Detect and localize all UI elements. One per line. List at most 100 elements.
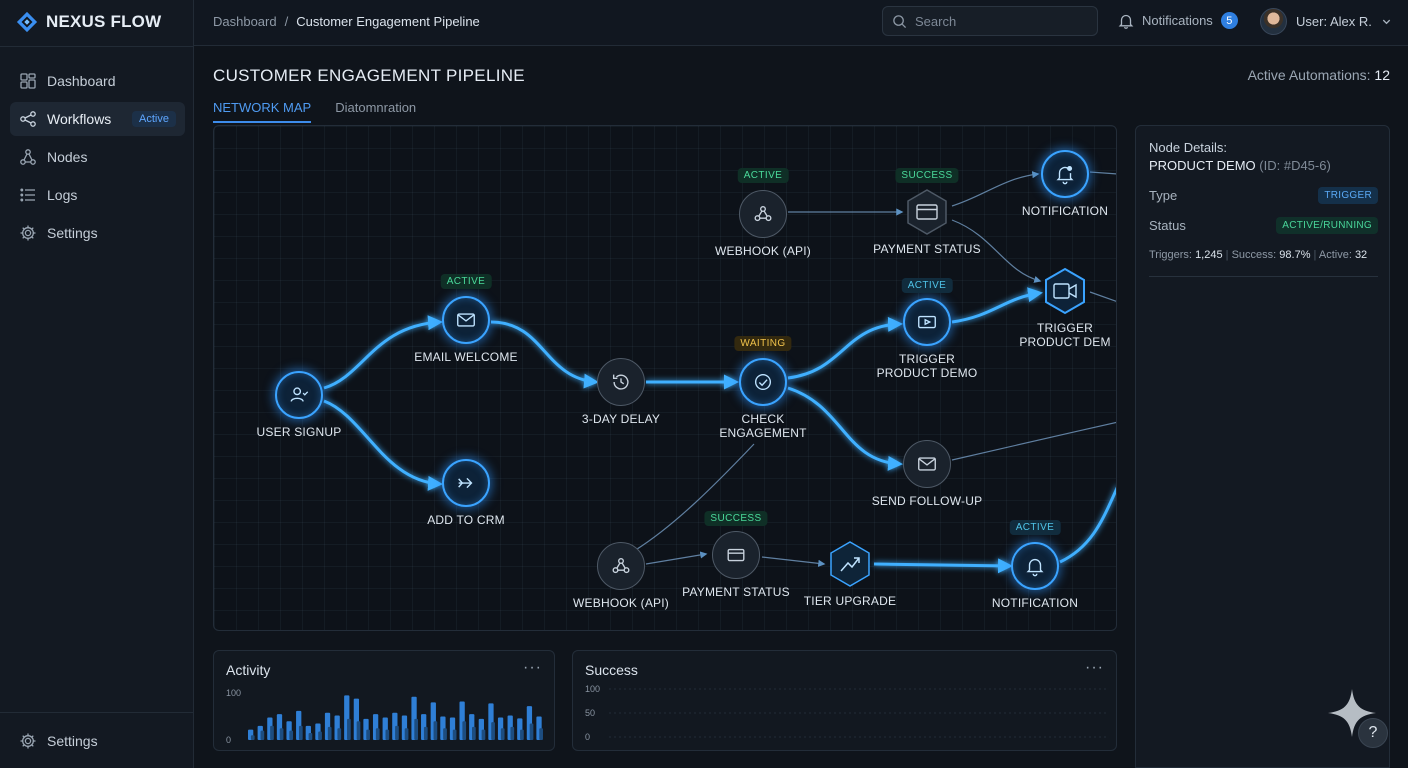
node-icon-wrap: [597, 358, 645, 406]
tab-bar: NETWORK MAP Diatomnration: [213, 100, 416, 123]
node-notification-bottom[interactable]: ACTIVE NOTIFICATION: [945, 520, 1116, 610]
node-icon-wrap: [597, 542, 645, 590]
type-tag: TRIGGER: [1318, 187, 1378, 204]
node-email-welcome[interactable]: ACTIVE EMAIL WELCOME: [376, 274, 556, 364]
success-value: 98.7%: [1279, 249, 1311, 261]
active-automations-label: Active Automations:: [1247, 67, 1371, 83]
activity-bar-secondary: [481, 729, 486, 740]
active-value: 32: [1354, 249, 1368, 261]
type-label: Type: [1149, 188, 1178, 203]
node-label: CHECK ENGAGEMENT: [673, 412, 853, 440]
activity-bar-secondary: [366, 729, 370, 740]
activity-bar-secondary: [270, 725, 274, 740]
search-box[interactable]: [882, 6, 1098, 36]
sidebar-item-settings[interactable]: Settings: [10, 216, 185, 250]
panel-title: Node Details:: [1149, 140, 1228, 155]
activity-bar-secondary: [529, 723, 534, 740]
node-webhook-top[interactable]: ACTIVE WEBHOOK (API): [673, 168, 853, 258]
node-label-line2: PRODUCT DEM: [1019, 335, 1111, 349]
list-icon: [20, 188, 35, 202]
y-tick-label: 50: [585, 708, 595, 718]
card-icon: [727, 548, 745, 562]
card-icon: [907, 189, 947, 235]
video-icon: [918, 315, 936, 329]
status-badge: ACTIVE: [737, 168, 789, 183]
breadcrumb-dashboard[interactable]: Dashboard: [213, 14, 277, 29]
activity-bar-secondary: [279, 728, 284, 740]
node-icon-wrap: [442, 296, 490, 344]
sidebar-item-workflows[interactable]: Workflows Active: [10, 102, 185, 136]
sidebar-item-nodes[interactable]: Nodes: [10, 140, 185, 174]
y-tick-label: 100: [585, 684, 600, 694]
sidebar-item-label: Settings: [47, 225, 98, 241]
node-send-followup[interactable]: SEND FOLLOW-UP: [837, 440, 1017, 508]
tab-secondary[interactable]: Diatomnration: [335, 100, 416, 123]
bell-icon: [1056, 165, 1074, 185]
node-label-line2: PRODUCT DEMO: [876, 366, 978, 380]
breadcrumb: Dashboard / Customer Engagement Pipeline: [213, 14, 480, 29]
node-tier-upgrade[interactable]: TIER UPGRADE: [760, 540, 940, 608]
user-menu[interactable]: User: Alex R.: [1260, 8, 1392, 35]
node-icon-wrap: [903, 298, 951, 346]
activity-bar-secondary: [327, 726, 332, 740]
activity-bar-secondary: [472, 726, 476, 740]
activity-bar-secondary: [539, 728, 543, 740]
activity-bar-secondary: [414, 718, 419, 740]
more-menu-button[interactable]: ···: [523, 659, 542, 677]
y-tick-label: 100: [226, 688, 241, 698]
search-input[interactable]: [915, 13, 1085, 29]
node-user-signup[interactable]: USER SIGNUP: [214, 371, 389, 439]
webhook-icon: [612, 557, 630, 574]
node-id: (ID: #D45-6): [1259, 158, 1331, 173]
page-title: CUSTOMER ENGAGEMENT PIPELINE: [213, 66, 525, 85]
topbar: Dashboard / Customer Engagement Pipeline…: [194, 0, 1408, 46]
activity-bar-secondary: [385, 729, 390, 740]
node-notification-top[interactable]: NOTIFICATION: [975, 150, 1116, 218]
node-label-line1: TRIGGER: [898, 352, 956, 366]
sidebar: NEXUS FLOW Dashboard Workflows Active No…: [0, 0, 194, 768]
node-label: WEBHOOK (API): [715, 244, 811, 258]
bell-icon: [1026, 558, 1044, 577]
status-label: Status: [1149, 218, 1186, 233]
node-label-line1: CHECK: [741, 412, 785, 426]
node-icon-wrap: [903, 188, 951, 236]
mail-icon: [457, 313, 475, 327]
sidebar-settings-bottom[interactable]: Settings: [10, 724, 185, 758]
more-menu-button[interactable]: ···: [1085, 659, 1104, 677]
node-add-to-crm[interactable]: ADD TO CRM: [376, 459, 556, 527]
chevron-down-icon: [1382, 19, 1391, 25]
brand[interactable]: NEXUS FLOW: [16, 10, 161, 34]
video-icon: [1045, 267, 1085, 315]
node-label: ADD TO CRM: [427, 513, 505, 527]
node-icon-wrap: [1011, 542, 1059, 590]
node-icon-wrap: [739, 190, 787, 238]
sidebar-item-label: Settings: [47, 733, 98, 749]
sidebar-item-logs[interactable]: Logs: [10, 178, 185, 212]
activity-bar-secondary: [356, 721, 361, 740]
node-check-engagement[interactable]: WAITING CHECK ENGAGEMENT: [673, 336, 853, 440]
node-label: TIER UPGRADE: [803, 594, 897, 608]
activity-bar-secondary: [250, 735, 255, 740]
node-stats: Triggers: 1,245 | Success: 98.7% | Activ…: [1149, 249, 1368, 261]
node-name: PRODUCT DEMO: [1149, 158, 1256, 173]
node-label: NOTIFICATION: [1021, 204, 1109, 218]
y-tick-label: 0: [585, 732, 590, 742]
user-name: User: Alex R.: [1296, 14, 1372, 29]
status-badge: ACTIVE: [440, 274, 492, 289]
card-title: Activity: [226, 662, 271, 678]
node-icon-wrap: [903, 440, 951, 488]
help-button[interactable]: ?: [1358, 718, 1388, 748]
node-details-panel: Node Details: PRODUCT DEMO (ID: #D45-6) …: [1135, 125, 1390, 768]
notifications-button[interactable]: Notifications 5: [1118, 12, 1238, 29]
dashboard-icon: [20, 73, 36, 89]
activity-bar-secondary: [260, 730, 265, 740]
activity-bar-secondary: [289, 730, 294, 740]
status-badge: WAITING: [734, 336, 792, 351]
sidebar-item-dashboard[interactable]: Dashboard: [10, 64, 185, 98]
nexus-logo-icon: [16, 11, 38, 33]
activity-bar-secondary: [491, 722, 495, 740]
activity-card: 100 0 Activity ···: [213, 650, 555, 751]
network-map[interactable]: USER SIGNUP ACTIVE EMAIL WELCOME ADD TO …: [213, 125, 1117, 631]
tab-network-map[interactable]: NETWORK MAP: [213, 100, 312, 123]
node-trigger-demo-right[interactable]: TRIGGER PRODUCT DEM: [975, 267, 1116, 349]
